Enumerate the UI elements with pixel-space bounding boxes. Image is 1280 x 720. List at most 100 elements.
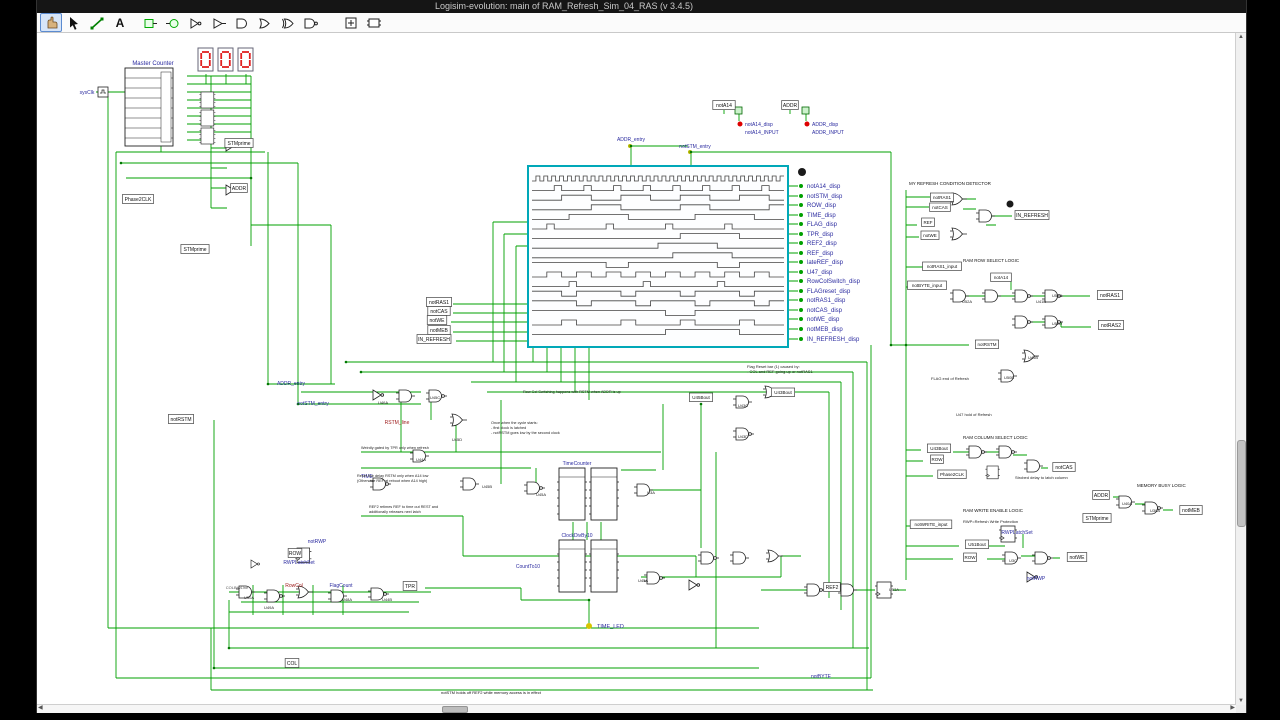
tunnel-label[interactable]: STMprime [1083, 514, 1111, 523]
toolbar: A [37, 13, 1246, 33]
circuit-label: Master Counter [132, 61, 173, 67]
circuit-label: FlagCount [329, 583, 353, 589]
vertical-scroll-thumb[interactable] [1237, 440, 1246, 527]
tunnel-label[interactable]: notWE [427, 316, 447, 325]
circuit-label: U45B [482, 484, 492, 489]
output-pin-tool-button[interactable] [162, 13, 184, 32]
seven-segment-display[interactable] [218, 48, 233, 71]
tunnel-label[interactable]: COL [285, 659, 299, 668]
tunnel-label[interactable]: notA14 [991, 273, 1012, 282]
input-pin[interactable] [802, 107, 809, 114]
svg-text:notCAS: notCAS [1055, 465, 1073, 471]
circuit-label: U44A [416, 457, 426, 462]
led-green [799, 298, 803, 302]
tunnel-label[interactable]: notRAS1_input [923, 262, 962, 271]
circuit-label: RAM WRITE ENABLE LOGIC [963, 508, 1024, 513]
scroll-up-arrow[interactable]: ▲ [1238, 34, 1244, 40]
tunnel-label[interactable]: notMEB [1180, 506, 1202, 515]
circuit-label: ClockDivBy10 [561, 533, 592, 539]
tunnel-label[interactable]: notWE [1067, 553, 1087, 562]
and-gate-icon [234, 15, 250, 31]
tunnel-label[interactable]: notRSTM [975, 340, 998, 349]
svg-text:TPR: TPR [405, 584, 415, 590]
add-circuit-tool-button[interactable] [340, 13, 362, 32]
tunnel-label[interactable]: ROW [288, 549, 302, 558]
input-pin-tool-button[interactable] [139, 13, 161, 32]
seven-segment-display[interactable] [198, 48, 213, 71]
tunnel-label[interactable]: notWE [921, 231, 939, 240]
led-green [799, 222, 803, 226]
tunnel-label[interactable]: notRSTM [168, 415, 193, 424]
tunnel-label[interactable]: ADDR [231, 184, 248, 193]
junction [630, 145, 633, 148]
nand-gate-icon [303, 15, 319, 31]
tunnel-label[interactable]: notRAS1 [426, 298, 451, 307]
circuit-canvas[interactable]: notA14 ADDR Phase2CLK STMprime STMprime ADDR n… [37, 33, 1236, 705]
sysclk-clock[interactable] [98, 87, 108, 97]
tunnel-label[interactable]: REF2 [824, 583, 841, 592]
tunnel-label[interactable]: IN_REFRESH [1015, 211, 1049, 220]
tunnel-label[interactable]: Phase2CLK [938, 470, 966, 479]
led-ball [1007, 201, 1014, 208]
vertical-scrollbar[interactable]: ▲ ▼ [1235, 33, 1246, 705]
tunnel-label[interactable]: notCAS [1053, 463, 1075, 472]
tunnel-label[interactable]: Phase2CLK [122, 195, 153, 204]
tunnel-label[interactable]: IN_REFRESH [417, 335, 451, 344]
circuit-label: notWE_disp [807, 317, 840, 323]
tunnel-label[interactable]: REF [922, 218, 935, 227]
nand-gate-tool-button[interactable] [300, 13, 322, 32]
scroll-down-arrow[interactable]: ▼ [1238, 698, 1244, 704]
scroll-right-arrow[interactable]: ▶ [1230, 705, 1235, 711]
horizontal-scrollbar[interactable]: ◀ ▶ [37, 704, 1236, 713]
tunnel-label[interactable]: ROW [931, 455, 944, 464]
tunnel-label[interactable]: notRAS1 [930, 193, 953, 202]
svg-text:COL: COL [287, 661, 298, 667]
tunnel-label[interactable]: TPR [403, 582, 417, 591]
tunnel-label[interactable]: notA14 [713, 101, 735, 110]
circuit-label: U50A [244, 595, 254, 600]
text-tool-button[interactable]: A [109, 13, 131, 32]
subcircuit-tool-button[interactable] [363, 13, 385, 32]
tunnel-label[interactable]: STMprime [225, 139, 253, 148]
led-green [799, 184, 803, 188]
junction [250, 177, 253, 180]
seven-segment-display[interactable] [238, 48, 253, 71]
tunnel-label[interactable]: ROW [964, 553, 977, 562]
circuit-label: ADDR_entry [617, 137, 646, 143]
tunnel-label[interactable]: notRAS1 [1097, 291, 1122, 300]
buffer-tool-button[interactable] [208, 13, 230, 32]
junction [588, 599, 591, 602]
and-gate-tool-button[interactable] [231, 13, 253, 32]
led-green [799, 317, 803, 321]
tunnel-label[interactable]: ADDR [782, 101, 799, 110]
wiring-tool-button[interactable] [86, 13, 108, 32]
tunnel-label[interactable]: notCAS [930, 203, 951, 212]
tunnel-label[interactable]: notRAS2 [1098, 321, 1123, 330]
circuit-label: notRWP [308, 539, 327, 545]
edit-tool-button[interactable] [63, 13, 85, 32]
svg-text:REF2: REF2 [826, 585, 839, 591]
tunnel-label[interactable]: notBYTE_input [908, 281, 947, 290]
tunnel-label[interactable]: notMEB [428, 326, 450, 335]
tunnel-label[interactable]: STMprime [181, 245, 209, 254]
tunnel-label[interactable]: notWRITE_input [910, 520, 952, 529]
tunnel-label[interactable]: U43Bout [771, 388, 794, 397]
led-green [799, 289, 803, 293]
tunnel-label[interactable]: U43Bout [927, 444, 950, 453]
not-gate-tool-button[interactable] [185, 13, 207, 32]
led-green [799, 260, 803, 264]
tunnel-label[interactable]: notCAS [428, 307, 450, 316]
scroll-left-arrow[interactable]: ◀ [38, 705, 43, 711]
xor-gate-tool-button[interactable] [277, 13, 299, 32]
tunnel-label[interactable]: ADDR [1093, 491, 1110, 500]
poke-tool-button[interactable] [40, 13, 62, 32]
horizontal-scroll-thumb[interactable] [442, 706, 468, 713]
input-pin[interactable] [735, 107, 742, 114]
svg-text:notWE: notWE [1069, 555, 1085, 561]
circuit-label: Row Col Switching happens with RSTM when… [523, 390, 621, 394]
tunnel-label[interactable]: U51Bout [965, 540, 988, 549]
tunnel-label[interactable]: U45Bout [689, 393, 712, 402]
circuit-label: TPR_disp [807, 232, 834, 238]
circuit-label: notBYTE [811, 674, 832, 680]
or-gate-tool-button[interactable] [254, 13, 276, 32]
